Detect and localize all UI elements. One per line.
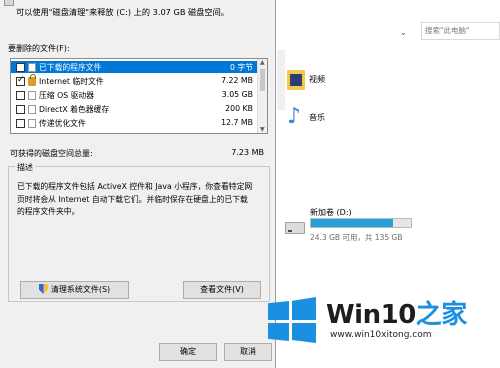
checkbox[interactable] [16, 62, 25, 72]
file-size: 7.22 MB [221, 76, 253, 85]
scroll-thumb[interactable] [260, 69, 265, 91]
file-row-downloaded-programs[interactable]: 已下载的程序文件 0 字节 [11, 61, 259, 73]
checkbox[interactable] [16, 90, 25, 100]
watermark-title: Win10之家 [326, 294, 467, 331]
drive-name[interactable]: 新加卷 (D:) [310, 207, 352, 218]
hard-drive-icon[interactable] [285, 222, 305, 234]
chevron-down-icon[interactable]: ⌄ [400, 28, 407, 37]
total-space-label: 可获得的磁盘空间总量: [10, 149, 93, 158]
file-size: 200 KB [225, 104, 253, 113]
library-music[interactable]: 音乐 [309, 112, 325, 123]
scroll-down-icon[interactable]: ▼ [260, 126, 265, 133]
file-row-delivery-optimization[interactable]: 传递优化文件 12.7 MB [11, 117, 259, 129]
document-icon [28, 90, 36, 100]
document-icon [28, 118, 36, 128]
file-row-directx-cache[interactable]: DirectX 着色器缓存 200 KB [11, 103, 259, 115]
watermark: Win10之家 www.win10xitong.com [264, 290, 500, 352]
watermark-url: www.win10xitong.com [330, 330, 432, 340]
drive-stats: 24.3 GB 可用，共 135 GB [310, 233, 403, 242]
explorer-scrollbar[interactable] [277, 50, 285, 110]
description-text: 已下载的程序文件包括 ActiveX 控件和 Java 小程序，你查看特定网 页… [17, 181, 263, 219]
checkbox[interactable] [16, 118, 25, 128]
description-title: 描述 [15, 162, 35, 173]
file-size: 0 字节 [229, 63, 253, 72]
watermark-title-win: Win10 [326, 300, 416, 330]
document-icon [28, 104, 36, 114]
drive-usage-fill [311, 219, 393, 227]
scroll-up-icon[interactable]: ▲ [260, 59, 265, 66]
file-size: 12.7 MB [221, 118, 253, 127]
file-name: 已下载的程序文件 [39, 63, 102, 72]
file-name: 传递优化文件 [39, 119, 86, 128]
disk-cleanup-dialog: 可以使用"磁盘清理"来释放 (C:) 上的 3.07 GB 磁盘空间。 要删除的… [0, 0, 276, 368]
file-list-scrollbar[interactable]: ▲ ▼ [257, 59, 267, 133]
checkbox-checked[interactable] [16, 75, 25, 86]
shield-icon [38, 284, 48, 294]
clean-system-files-button[interactable]: 清理系统文件(S) [20, 281, 129, 299]
space-info-text: 可以使用"磁盘清理"来释放 (C:) 上的 3.07 GB 磁盘空间。 [16, 7, 229, 17]
total-space-value: 7.23 MB [231, 148, 264, 157]
file-row-internet-temp[interactable]: Internet 临时文件 7.22 MB [11, 73, 259, 87]
drive-icon [4, 0, 14, 6]
video-folder-icon[interactable] [287, 70, 305, 90]
clean-system-files-label: 清理系统文件(S) [50, 285, 111, 294]
search-input[interactable]: 搜索"此电脑" [421, 22, 500, 40]
description-line: 已下载的程序文件包括 ActiveX 控件和 Java 小程序，你查看特定网 [17, 182, 253, 191]
file-row-compress-os[interactable]: 压缩 OS 驱动器 3.05 GB [11, 89, 259, 101]
view-files-button[interactable]: 查看文件(V) [183, 281, 261, 299]
description-line: 页时将会从 Internet 自动下载它们。并临时保存在硬盘上的已下载 [17, 194, 248, 204]
description-line: 的程序文件夹中。 [17, 207, 80, 216]
watermark-title-zh: 之家 [415, 300, 468, 330]
file-name: DirectX 着色器缓存 [39, 105, 110, 114]
file-name: Internet 临时文件 [39, 77, 104, 86]
folder-icon [28, 62, 36, 72]
windows-logo-icon [268, 297, 316, 343]
library-videos[interactable]: 视频 [309, 74, 325, 85]
file-name: 压缩 OS 驱动器 [39, 91, 95, 100]
checkbox[interactable] [16, 104, 25, 114]
file-size: 3.05 GB [221, 90, 253, 99]
file-list[interactable]: 已下载的程序文件 0 字节 Internet 临时文件 7.22 MB 压缩 O… [10, 58, 268, 134]
total-space-row: 可获得的磁盘空间总量: 7.23 MB [10, 148, 264, 159]
files-to-delete-label: 要删除的文件(F): [8, 44, 70, 53]
drive-usage-bar [310, 218, 412, 228]
lock-icon [28, 73, 36, 86]
music-folder-icon[interactable] [286, 104, 304, 130]
ok-button[interactable]: 确定 [159, 343, 217, 361]
